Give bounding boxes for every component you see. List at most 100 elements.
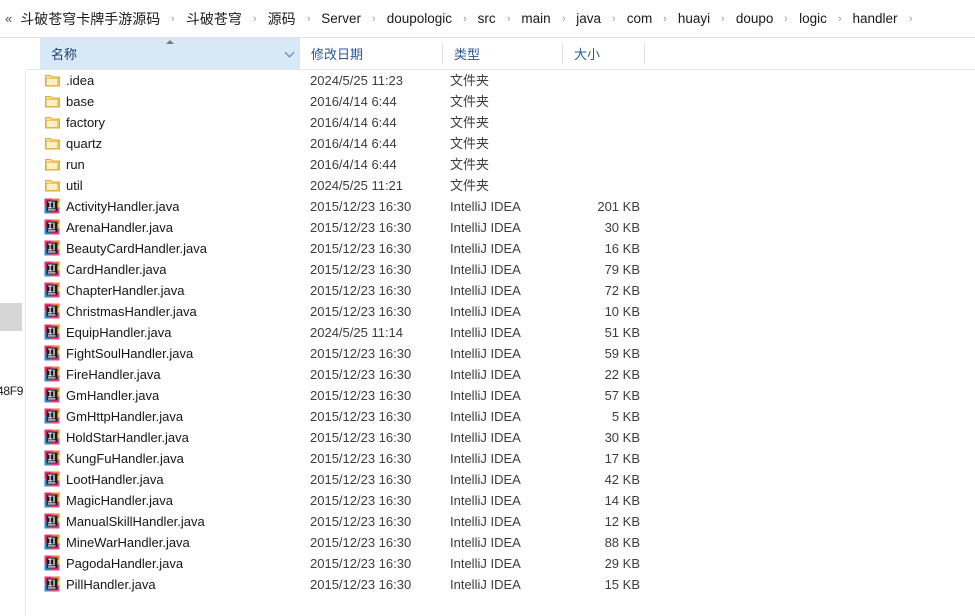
breadcrumb: 斗破苍穹卡牌手游源码 › 斗破苍穹 › 源码 › Server › doupologic › src… (16, 0, 919, 37)
breadcrumb-separator-icon[interactable]: › (301, 0, 316, 37)
file-list-row[interactable]: HoldStarHandler.java 2015/12/23 16:30 Inte… (0, 427, 975, 448)
file-date-modified: 2015/12/23 16:30 (310, 346, 412, 361)
file-date-modified: 2015/12/23 16:30 (310, 451, 412, 466)
breadcrumb-separator-icon[interactable]: › (658, 0, 673, 37)
file-size: 5 KB (611, 409, 640, 424)
column-resize-handle[interactable] (644, 43, 645, 64)
file-list-row[interactable]: ArenaHandler.java 2015/12/23 16:30 Intelli… (0, 217, 975, 238)
breadcrumb-bar[interactable]: « 斗破苍穹卡牌手游源码 › 斗破苍穹 › 源码 › Server › doupologic › s… (0, 0, 975, 38)
file-list-row[interactable]: FireHandler.java 2015/12/23 16:30 IntelliJ… (0, 364, 975, 385)
file-type: IntelliJ IDEA (450, 346, 521, 361)
file-list-row[interactable]: util 2024/5/25 11:21 文件夹 (0, 175, 975, 196)
file-date-modified: 2015/12/23 16:30 (310, 577, 412, 592)
column-header-row: 名称 修改日期 类型 大小 (0, 38, 975, 70)
file-list-row[interactable]: MineWarHandler.java 2015/12/23 16:30 Intel… (0, 532, 975, 553)
breadcrumb-separator-icon[interactable]: › (779, 0, 794, 37)
intellij-idea-file-icon (44, 471, 61, 488)
breadcrumb-separator-icon[interactable]: › (501, 0, 516, 37)
file-list-row[interactable]: ActivityHandler.java 2015/12/23 16:30 Inte… (0, 196, 975, 217)
column-header-size[interactable]: 大小 (563, 38, 645, 69)
file-size (540, 112, 640, 133)
file-list-row[interactable]: ChapterHandler.java 2015/12/23 16:30 Intel… (0, 280, 975, 301)
file-list-row[interactable]: FightSoulHandler.java 2015/12/23 16:30 Int… (0, 343, 975, 364)
breadcrumb-segment[interactable]: com (623, 7, 657, 31)
column-header-type[interactable]: 类型 (443, 38, 563, 69)
file-name: HoldStarHandler.java (66, 430, 189, 445)
file-type: 文件夹 (450, 115, 490, 130)
file-date-modified: 2024/5/25 11:14 (310, 325, 404, 340)
file-list-row[interactable]: MagicHandler.java 2015/12/23 16:30 Intelli… (0, 490, 975, 511)
breadcrumb-segment[interactable]: 斗破苍穹 (182, 7, 246, 31)
file-date-modified: 2015/12/23 16:30 (310, 514, 412, 529)
file-list-row[interactable]: BeautyCardHandler.java 2015/12/23 16:30 In… (0, 238, 975, 259)
column-header-date[interactable]: 修改日期 (300, 38, 443, 69)
file-date-modified: 2016/4/14 6:44 (310, 115, 397, 130)
breadcrumb-segment[interactable]: logic (795, 7, 831, 31)
file-date-modified: 2015/12/23 16:30 (310, 388, 412, 403)
file-size (540, 154, 640, 175)
file-date-modified: 2015/12/23 16:30 (310, 535, 412, 550)
file-date-modified: 2015/12/23 16:30 (310, 493, 412, 508)
breadcrumb-separator-icon[interactable]: › (366, 0, 381, 37)
file-list-row[interactable]: ManualSkillHandler.java 2015/12/23 16:30 I… (0, 511, 975, 532)
breadcrumb-segment[interactable]: src (474, 7, 500, 31)
file-name: ActivityHandler.java (66, 199, 180, 214)
file-name: PillHandler.java (66, 577, 156, 592)
file-name: GmHandler.java (66, 388, 160, 403)
intellij-idea-file-icon (44, 576, 61, 593)
chevron-down-icon[interactable] (284, 47, 295, 58)
file-date-modified: 2015/12/23 16:30 (310, 304, 412, 319)
breadcrumb-overflow-button[interactable]: « (2, 0, 16, 37)
file-size: 16 KB (604, 241, 640, 256)
breadcrumb-segment[interactable]: 源码 (264, 7, 300, 31)
file-size: 10 KB (604, 304, 640, 319)
file-list-row[interactable]: ChristmasHandler.java 2015/12/23 16:30 Int… (0, 301, 975, 322)
file-type: IntelliJ IDEA (450, 283, 521, 298)
file-name: run (66, 157, 85, 172)
file-size: 30 KB (604, 430, 640, 445)
intellij-idea-file-icon (44, 387, 61, 404)
breadcrumb-separator-icon[interactable]: › (247, 0, 262, 37)
file-name: EquipHandler.java (66, 325, 172, 340)
file-list-row[interactable]: run 2016/4/14 6:44 文件夹 (0, 154, 975, 175)
breadcrumb-separator-icon[interactable]: › (903, 0, 918, 37)
intellij-idea-file-icon (44, 261, 61, 278)
breadcrumb-separator-icon[interactable]: › (716, 0, 731, 37)
breadcrumb-separator-icon[interactable]: › (832, 0, 847, 37)
breadcrumb-separator-icon[interactable]: › (166, 0, 181, 37)
file-type: IntelliJ IDEA (450, 262, 521, 277)
file-list-row[interactable]: PagodaHandler.java 2015/12/23 16:30 Intell… (0, 553, 975, 574)
breadcrumb-segment[interactable]: main (517, 7, 554, 31)
file-list-row[interactable]: CardHandler.java 2015/12/23 16:30 IntelliJ… (0, 259, 975, 280)
file-name: FireHandler.java (66, 367, 161, 382)
file-list-row[interactable]: .idea 2024/5/25 11:23 文件夹 (0, 70, 975, 91)
file-list-row[interactable]: quartz 2016/4/14 6:44 文件夹 (0, 133, 975, 154)
breadcrumb-segment[interactable]: doupo (732, 7, 778, 31)
intellij-idea-file-icon (44, 492, 61, 509)
file-date-modified: 2024/5/25 11:21 (310, 178, 404, 193)
breadcrumb-segment[interactable]: Server (317, 7, 365, 31)
breadcrumb-segment[interactable]: java (572, 7, 605, 31)
folder-icon (44, 177, 61, 194)
breadcrumb-segment[interactable]: handler (849, 7, 902, 31)
file-date-modified: 2015/12/23 16:30 (310, 430, 412, 445)
breadcrumb-separator-icon[interactable]: › (556, 0, 571, 37)
file-list-row[interactable]: EquipHandler.java 2024/5/25 11:14 IntelliJ… (0, 322, 975, 343)
file-list-row[interactable]: GmHandler.java 2015/12/23 16:30 IntelliJ I… (0, 385, 975, 406)
file-list-row[interactable]: LootHandler.java 2015/12/23 16:30 IntelliJ… (0, 469, 975, 490)
file-size: 51 KB (604, 325, 640, 340)
column-header-name[interactable]: 名称 (40, 38, 300, 69)
file-list[interactable]: .idea 2024/5/25 11:23 文件夹 base 2016/4/14 6:4… (0, 70, 975, 616)
file-list-row[interactable]: factory 2016/4/14 6:44 文件夹 (0, 112, 975, 133)
breadcrumb-segment[interactable]: huayi (674, 7, 714, 31)
breadcrumb-separator-icon[interactable]: › (606, 0, 621, 37)
file-type: IntelliJ IDEA (450, 325, 521, 340)
file-type: 文件夹 (450, 94, 490, 109)
file-list-row[interactable]: GmHttpHandler.java 2015/12/23 16:30 Intell… (0, 406, 975, 427)
breadcrumb-separator-icon[interactable]: › (457, 0, 472, 37)
file-list-row[interactable]: base 2016/4/14 6:44 文件夹 (0, 91, 975, 112)
breadcrumb-segment[interactable]: doupologic (383, 7, 456, 31)
file-list-row[interactable]: KungFuHandler.java 2015/12/23 16:30 Intell… (0, 448, 975, 469)
file-list-row[interactable]: PillHandler.java 2015/12/23 16:30 IntelliJ… (0, 574, 975, 595)
breadcrumb-segment[interactable]: 斗破苍穹卡牌手游源码 (16, 7, 164, 31)
